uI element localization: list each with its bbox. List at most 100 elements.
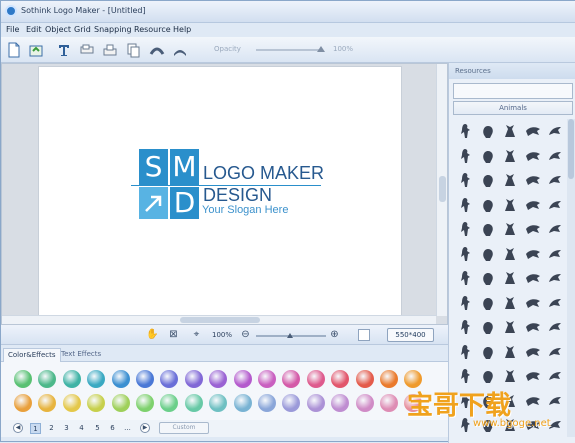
animal-shape-icon[interactable]	[455, 195, 475, 215]
canvas-vertical-scrollbar[interactable]	[436, 64, 447, 316]
color-swatch[interactable]	[380, 394, 398, 412]
logo-slogan[interactable]: Your Slogan Here	[202, 204, 288, 216]
animal-shape-icon[interactable]	[455, 146, 475, 166]
animal-shape-icon[interactable]	[455, 342, 475, 362]
color-swatch[interactable]	[38, 394, 57, 412]
color-swatch[interactable]	[160, 394, 179, 412]
color-swatch[interactable]	[331, 370, 350, 388]
animal-shape-icon[interactable]	[500, 293, 520, 313]
zoom-out-icon[interactable]: ⊖	[240, 329, 251, 340]
animal-shape-icon[interactable]	[478, 121, 498, 141]
animal-shape-icon[interactable]	[523, 170, 543, 190]
page-1[interactable]: 1	[30, 423, 41, 434]
color-swatch[interactable]	[111, 370, 130, 388]
menu-file[interactable]: File	[6, 25, 19, 34]
animal-shape-icon[interactable]	[545, 121, 565, 141]
color-swatch[interactable]	[62, 394, 81, 412]
tab-color-effects[interactable]: Color&Effects	[3, 348, 61, 362]
page-4[interactable]: 4	[76, 423, 87, 434]
animal-shape-icon[interactable]	[523, 121, 543, 141]
menu-resource[interactable]: Resource	[134, 25, 171, 34]
menu-snapping[interactable]: Snapping	[94, 25, 132, 34]
animal-shape-icon[interactable]	[545, 293, 565, 313]
menu-edit[interactable]: Edit	[26, 25, 42, 34]
canvas-horizontal-scrollbar[interactable]	[2, 315, 436, 324]
logo-line1[interactable]: LOGO MAKER	[203, 163, 324, 184]
color-swatch[interactable]	[184, 370, 203, 388]
animal-shape-icon[interactable]	[478, 195, 498, 215]
menu-help[interactable]: Help	[173, 25, 191, 34]
color-swatch[interactable]	[355, 394, 374, 412]
animal-shape-icon[interactable]	[545, 342, 565, 362]
animal-shape-icon[interactable]	[523, 244, 543, 264]
animal-shape-icon[interactable]	[545, 195, 565, 215]
animal-shape-icon[interactable]	[478, 317, 498, 337]
animal-shape-icon[interactable]	[545, 146, 565, 166]
zoom-in-icon[interactable]: ⊕	[329, 329, 340, 340]
color-swatch[interactable]	[331, 394, 350, 412]
animal-shape-icon[interactable]	[500, 244, 520, 264]
color-swatch[interactable]	[306, 370, 325, 388]
align-tool-icon[interactable]	[79, 42, 95, 58]
hscroll-thumb[interactable]	[180, 317, 260, 323]
design-canvas[interactable]: S M D LOGO MAKER DESIGN Your Slogan Here	[38, 66, 402, 318]
resources-scrollbar[interactable]	[567, 119, 575, 437]
custom-color-button[interactable]: Custom	[159, 422, 209, 434]
animal-shape-icon[interactable]	[545, 366, 565, 386]
animal-shape-icon[interactable]	[455, 317, 475, 337]
animal-shape-icon[interactable]	[500, 170, 520, 190]
menu-grid[interactable]: Grid	[74, 25, 91, 34]
page-2[interactable]: 2	[46, 423, 57, 434]
logo-letter-m[interactable]: M	[170, 149, 199, 185]
animal-shape-icon[interactable]	[478, 244, 498, 264]
color-swatch[interactable]	[258, 394, 276, 412]
color-swatch[interactable]	[14, 370, 32, 388]
resources-search-input[interactable]	[453, 83, 573, 99]
color-swatch[interactable]	[14, 394, 32, 412]
animal-shape-icon[interactable]	[500, 219, 520, 239]
animal-shape-icon[interactable]	[500, 268, 520, 288]
animal-shape-icon[interactable]	[478, 146, 498, 166]
animal-shape-icon[interactable]	[455, 268, 475, 288]
color-swatch[interactable]	[209, 370, 228, 388]
page-5[interactable]: 5	[92, 423, 103, 434]
next-page-icon[interactable]: ▶	[140, 423, 150, 433]
logo-letter-s[interactable]: S	[139, 149, 168, 185]
color-swatch[interactable]	[209, 394, 228, 412]
color-swatch[interactable]	[258, 370, 276, 388]
text-tool-icon[interactable]	[56, 42, 72, 58]
center-view-icon[interactable]: ⌖	[191, 329, 202, 340]
background-color-box[interactable]	[358, 329, 370, 341]
animal-shape-icon[interactable]	[523, 391, 543, 411]
animal-shape-icon[interactable]	[500, 366, 520, 386]
color-swatch[interactable]	[282, 370, 301, 388]
zoom-slider-thumb[interactable]	[287, 333, 293, 338]
animal-shape-icon[interactable]	[455, 170, 475, 190]
color-swatch[interactable]	[233, 370, 252, 388]
animal-shape-icon[interactable]	[523, 219, 543, 239]
page-3[interactable]: 3	[61, 423, 72, 434]
menu-object[interactable]: Object	[45, 25, 71, 34]
opacity-slider-thumb[interactable]	[317, 46, 325, 52]
color-swatch[interactable]	[136, 370, 154, 388]
color-swatch[interactable]	[160, 370, 179, 388]
canvas-size-field[interactable]: 550*400	[387, 328, 434, 342]
animal-shape-icon[interactable]	[545, 317, 565, 337]
animal-shape-icon[interactable]	[523, 342, 543, 362]
animal-shape-icon[interactable]	[523, 268, 543, 288]
color-swatch[interactable]	[306, 394, 325, 412]
animal-shape-icon[interactable]	[478, 268, 498, 288]
vscroll-thumb[interactable]	[439, 176, 446, 202]
animal-shape-icon[interactable]	[455, 121, 475, 141]
color-swatch[interactable]	[380, 370, 398, 388]
group-tool-icon[interactable]	[102, 42, 118, 58]
animal-shape-icon[interactable]	[523, 366, 543, 386]
resources-scroll-thumb[interactable]	[568, 119, 574, 179]
animal-shape-icon[interactable]	[500, 317, 520, 337]
animal-shape-icon[interactable]	[523, 195, 543, 215]
animal-shape-icon[interactable]	[455, 293, 475, 313]
logo-line2[interactable]: DESIGN	[203, 185, 272, 206]
logo-letter-d[interactable]: D	[170, 187, 199, 219]
previous-page-icon[interactable]: ◀	[13, 423, 23, 433]
animal-shape-icon[interactable]	[478, 219, 498, 239]
